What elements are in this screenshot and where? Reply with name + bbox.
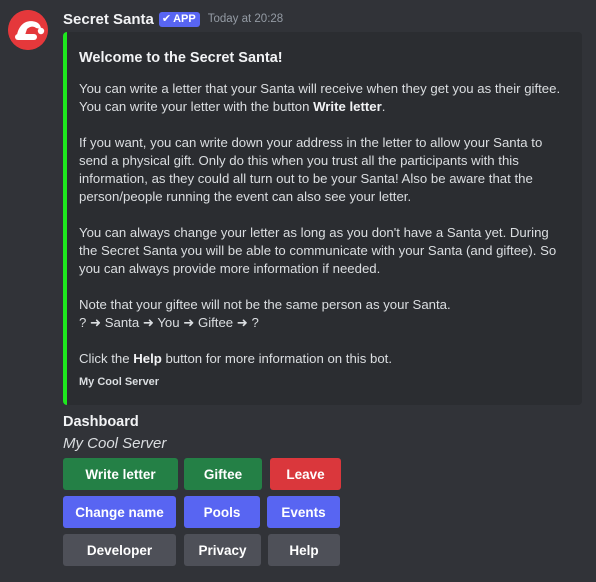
giftee-button[interactable]: Giftee bbox=[184, 458, 262, 490]
events-button[interactable]: Events bbox=[267, 496, 340, 528]
dashboard-title: Dashboard bbox=[63, 414, 139, 430]
pools-button[interactable]: Pools bbox=[184, 496, 260, 528]
leave-button[interactable]: Leave bbox=[270, 458, 341, 490]
app-badge: ✔ APP bbox=[158, 11, 200, 27]
change-name-button[interactable]: Change name bbox=[63, 496, 176, 528]
embed-text: Click the bbox=[79, 351, 134, 366]
santa-hat-icon bbox=[8, 10, 48, 50]
app-badge-label: APP bbox=[173, 12, 196, 25]
embed-chain-line: ? ➜ Santa ➜ You ➜ Giftee ➜ ? bbox=[79, 315, 259, 330]
author-name[interactable]: Secret Santa bbox=[63, 11, 154, 28]
message-header: Secret Santa ✔ APP Today at 20:28 bbox=[63, 9, 283, 29]
embed-paragraph-help: Click the Help button for more informati… bbox=[79, 350, 567, 368]
message-timestamp[interactable]: Today at 20:28 bbox=[208, 13, 283, 25]
embed-bold-text: Help bbox=[133, 351, 162, 366]
embed-title: Welcome to the Secret Santa! bbox=[79, 50, 283, 66]
embed-paragraph-change: You can always change your letter as lon… bbox=[79, 225, 557, 276]
bot-message: Secret Santa ✔ APP Today at 20:28 Welcom… bbox=[0, 0, 596, 582]
dashboard-subtitle: My Cool Server bbox=[63, 435, 167, 452]
developer-button[interactable]: Developer bbox=[63, 534, 176, 566]
write-letter-button[interactable]: Write letter bbox=[63, 458, 178, 490]
embed-paragraph-letter: You can write a letter that your Santa w… bbox=[79, 80, 567, 116]
embed-paragraph-address: If you want, you can write down your add… bbox=[79, 135, 543, 204]
embed-bold-text: Write letter bbox=[313, 99, 382, 114]
welcome-embed: Welcome to the Secret Santa! You can wri… bbox=[63, 32, 582, 405]
embed-description: You can write a letter that your Santa w… bbox=[79, 80, 567, 368]
embed-text: button for more information on this bot. bbox=[161, 351, 392, 366]
embed-footer: My Cool Server bbox=[79, 376, 160, 388]
bot-avatar[interactable] bbox=[8, 10, 48, 50]
privacy-button[interactable]: Privacy bbox=[184, 534, 261, 566]
embed-paragraph-note: Note that your giftee will not be the sa… bbox=[79, 297, 451, 312]
embed-text: . bbox=[381, 99, 386, 114]
help-button[interactable]: Help bbox=[268, 534, 340, 566]
verified-check-icon: ✔ bbox=[161, 12, 172, 25]
